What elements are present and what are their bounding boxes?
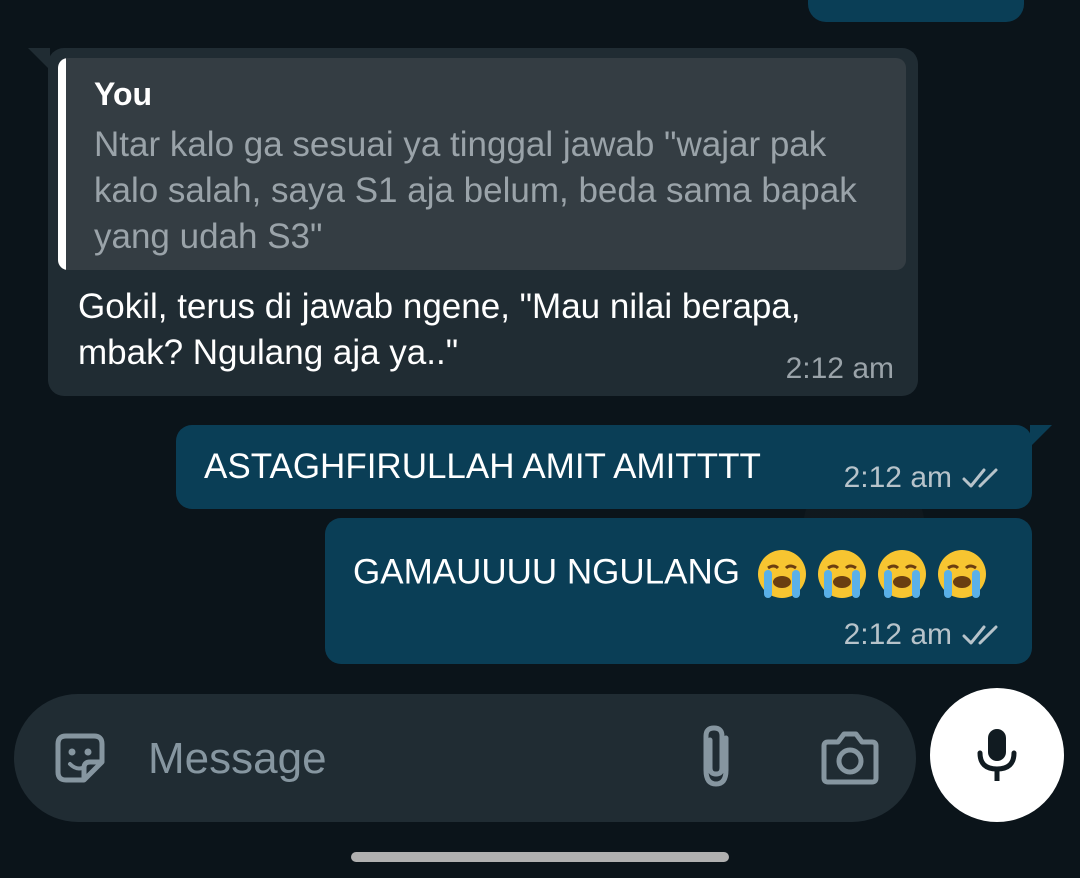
message-text: ASTAGHFIRULLAH AMIT AMITTTT: [204, 447, 761, 486]
loudly-crying-face-emoji: [817, 550, 866, 598]
loudly-crying-face-emoji: [937, 550, 986, 598]
message-meta: 2:12 am: [844, 618, 1008, 652]
sticker-icon[interactable]: [50, 728, 110, 788]
loudly-crying-face-emoji: [877, 550, 926, 598]
message-composer: [14, 694, 916, 822]
message-meta: 2:12 am: [844, 461, 1008, 495]
previous-outgoing-bubble[interactable]: [808, 0, 1024, 22]
message-time: 2:12 am: [843, 618, 952, 651]
quote-text: Ntar kalo ga sesuai ya tinggal jawab "wa…: [94, 125, 857, 256]
double-check-icon: [962, 468, 998, 488]
home-indicator[interactable]: [351, 852, 729, 862]
message-time: 2:12 am: [785, 352, 894, 385]
loudly-crying-face-emoji: [757, 550, 806, 598]
mic-icon: [977, 729, 1017, 781]
incoming-message-bubble[interactable]: You Ntar kalo ga sesuai ya tinggal jawab…: [28, 48, 918, 396]
quote-accent-bar: [58, 58, 66, 270]
camera-icon[interactable]: [818, 728, 882, 788]
message-time: 2:12 am: [843, 461, 952, 494]
quote-author: You: [94, 76, 153, 112]
message-text-with-emoji: GAMAUUUU NGULANG: [353, 546, 990, 602]
bubble-tail: [28, 48, 50, 70]
bubble-tail: [1030, 425, 1052, 447]
message-text: Gokil, terus di jawab ngene, "Mau nilai …: [78, 287, 801, 372]
message-input[interactable]: [146, 728, 650, 790]
message-text: GAMAUUUU NGULANG: [353, 552, 740, 592]
outgoing-message-bubble[interactable]: ASTAGHFIRULLAH AMIT AMITTTT 2:12 am: [176, 425, 1052, 509]
outgoing-message-bubble[interactable]: GAMAUUUU NGULANG 2:12 am: [325, 518, 1032, 664]
attach-icon[interactable]: [694, 724, 738, 790]
quoted-message[interactable]: You Ntar kalo ga sesuai ya tinggal jawab…: [58, 58, 906, 270]
voice-message-button[interactable]: [930, 688, 1064, 822]
double-check-icon: [962, 625, 998, 645]
